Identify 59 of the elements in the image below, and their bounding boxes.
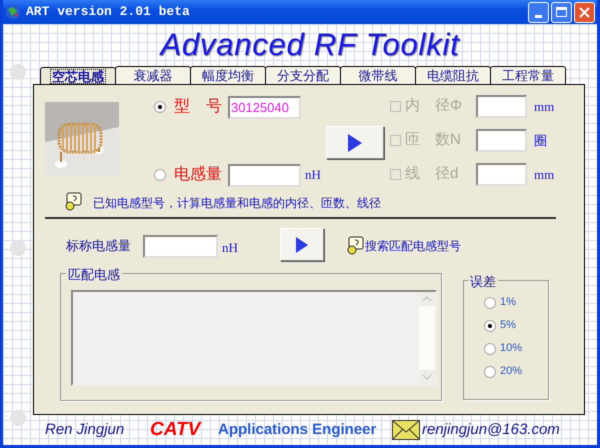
tab[interactable]: 工程常量 [490, 66, 566, 84]
tab[interactable]: 电缆阻抗 [415, 66, 491, 84]
option-label: 1% [500, 295, 516, 310]
unit-label: mm [534, 98, 554, 116]
minimize-button[interactable] [528, 2, 549, 22]
search-button[interactable] [280, 228, 324, 261]
text-field[interactable] [476, 129, 527, 152]
play-icon [295, 236, 309, 254]
maximize-icon [556, 7, 567, 17]
radio-button[interactable] [154, 169, 166, 181]
tab[interactable]: 空芯电感 [40, 67, 116, 85]
help-icon [64, 192, 83, 211]
calculate-button[interactable] [326, 126, 384, 159]
tab[interactable]: 分支分配 [265, 66, 341, 84]
option-label: 20% [500, 364, 522, 380]
unit-label: mm [534, 166, 554, 184]
minimize-icon [535, 14, 542, 18]
maximize-button[interactable] [551, 2, 572, 22]
unit-label: nH [305, 166, 321, 184]
window-title: ART version 2.01 beta [26, 3, 190, 22]
nominal-inductance-field[interactable] [143, 235, 218, 258]
radio-button[interactable] [484, 366, 496, 378]
checkbox-label: 线 径d [405, 164, 460, 184]
tab[interactable]: 微带线 [340, 66, 416, 84]
binder-hole [10, 240, 26, 256]
help-icon [346, 236, 365, 255]
hint-text: 已知电感型号，计算电感量和电感的内径、匝数、线径 [93, 195, 381, 212]
binder-hole [10, 64, 26, 80]
radio-button[interactable] [154, 101, 166, 113]
option-label: 10% [500, 341, 522, 356]
unit-label: nH [222, 239, 238, 257]
app-title: Advanced RF Toolkit [160, 26, 460, 64]
globe-icon [5, 4, 21, 20]
text-field[interactable] [476, 95, 527, 118]
radio-button[interactable] [484, 296, 496, 308]
match-list[interactable] [71, 290, 437, 386]
radio-button[interactable] [484, 320, 496, 332]
envelope-icon [392, 420, 420, 440]
close-button[interactable] [574, 2, 595, 22]
email-link[interactable]: renjingjun@163.com [422, 418, 560, 442]
close-icon [579, 6, 590, 18]
role-text: Applications Engineer [218, 420, 378, 440]
option-label: 型 号 [174, 97, 220, 117]
tab[interactable]: 衰减器 [115, 66, 191, 84]
option-label: 5% [500, 318, 516, 334]
tab[interactable]: 幅度均衡 [190, 66, 266, 84]
radio-button[interactable] [484, 342, 496, 354]
nominal-inductance-label: 标称电感量 [66, 237, 131, 255]
checkbox-label: 匝 数N [405, 130, 462, 150]
option-label: 电感量 [174, 164, 220, 185]
brand-text: CATV [150, 418, 202, 442]
play-icon [347, 132, 363, 152]
checkbox-label: 内 径Φ [405, 96, 463, 116]
author-name: Ren Jingjun [45, 420, 126, 440]
search-hint-text: 搜索匹配电感型号 [365, 238, 461, 255]
text-field[interactable] [228, 164, 301, 186]
binder-hole [10, 410, 26, 426]
text-field[interactable] [476, 163, 527, 186]
unit-label: 圈 [534, 132, 547, 150]
